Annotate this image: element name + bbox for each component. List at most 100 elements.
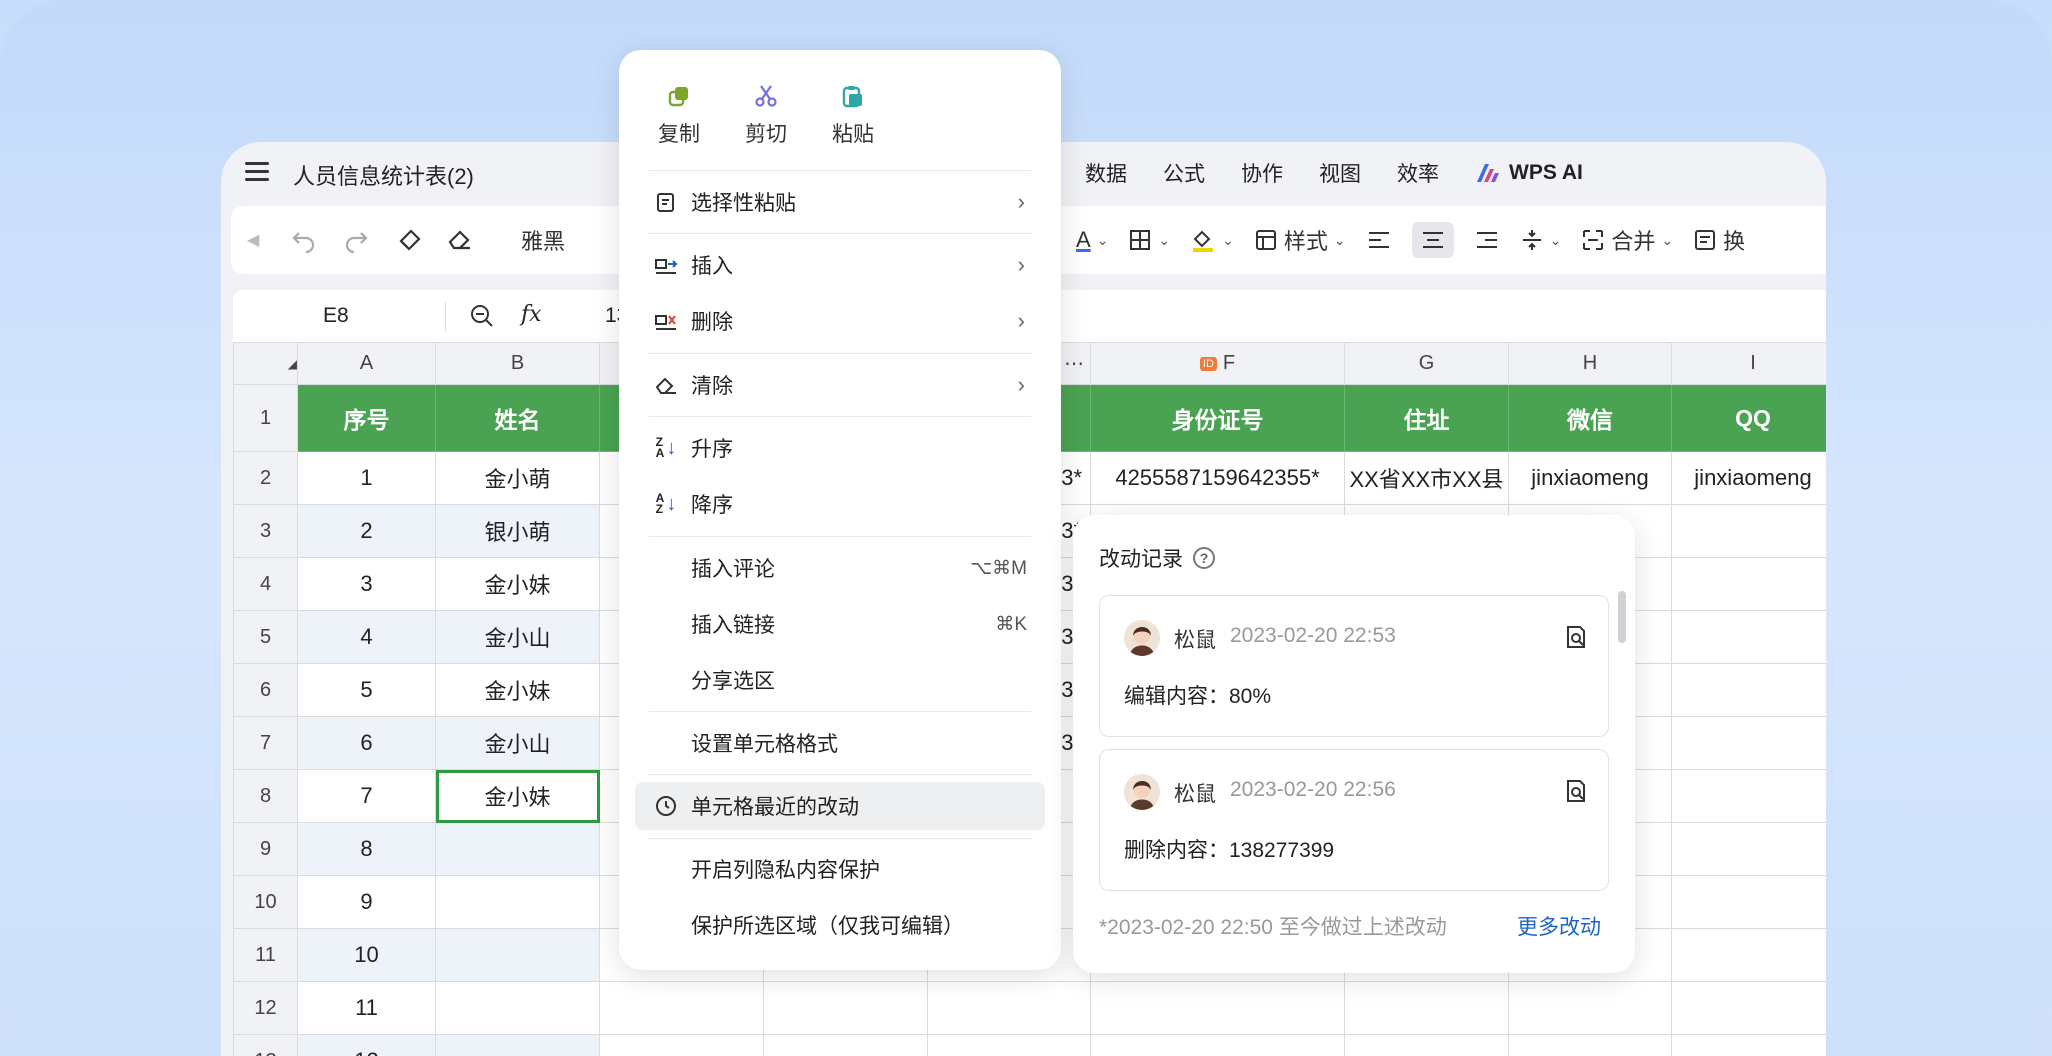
wrap-button[interactable]: 换 [1693,222,1745,258]
cell-a[interactable]: 5 [297,663,436,717]
row-header[interactable]: 11 [233,928,298,982]
cell-h[interactable] [1508,1034,1672,1056]
header-cell-id-number[interactable]: 身份证号 [1090,384,1345,452]
menu-collaborate[interactable]: 协作 [1241,158,1283,188]
undo-icon[interactable] [291,224,317,256]
column-header-g[interactable]: G [1344,342,1509,385]
column-header-h[interactable]: H [1508,342,1672,385]
cell-c[interactable] [599,981,764,1035]
align-right-button[interactable] [1474,222,1500,258]
cell-b[interactable] [435,875,600,929]
row-header[interactable]: 5 [233,610,298,664]
header-cell-index[interactable]: 序号 [297,384,436,452]
menu-item-insert-link[interactable]: 插入链接 ⌘K [635,600,1045,648]
cell-i[interactable] [1671,610,1826,664]
fill-color-button[interactable]: ⌄ [1190,222,1234,258]
cell-f[interactable] [1090,981,1345,1035]
paste-button[interactable]: 粘贴 [818,84,888,148]
menu-item-paste-special[interactable]: 选择性粘贴 › [635,178,1045,226]
cell-b[interactable]: 金小妹 [435,557,600,611]
row-header[interactable]: 8 [233,769,298,823]
header-cell-wechat[interactable]: 微信 [1508,384,1672,452]
cell-a[interactable]: 11 [297,981,436,1035]
cell-i[interactable] [1671,716,1826,770]
row-header[interactable]: 4 [233,557,298,611]
menu-formula[interactable]: 公式 [1163,158,1205,188]
select-all-corner[interactable]: ◢ [233,342,298,385]
cut-button[interactable]: 剪切 [731,84,801,148]
cell-b[interactable] [435,822,600,876]
cell-i[interactable]: jinxiaomeng [1671,451,1826,505]
menu-item-privacy-protect[interactable]: 开启列隐私内容保护 [635,845,1045,893]
menu-item-clear[interactable]: 清除 › [635,361,1045,409]
cell-b[interactable] [435,928,600,982]
scrollbar[interactable] [1618,591,1626,643]
vertical-align-button[interactable]: ⌄ [1520,222,1561,258]
cell-i[interactable] [1671,822,1826,876]
font-color-button[interactable]: A ⌄ [1076,222,1108,258]
row-header[interactable]: 13 [233,1034,298,1056]
row-header[interactable]: 10 [233,875,298,929]
cell-c[interactable] [599,1034,764,1056]
menu-efficiency[interactable]: 效率 [1397,158,1439,188]
cell-g[interactable]: XX省XX市XX县 [1344,451,1509,505]
cell-i[interactable] [1671,504,1826,558]
cell-a[interactable]: 1 [297,451,436,505]
row-header[interactable]: 7 [233,716,298,770]
align-center-button[interactable] [1411,222,1454,258]
cell-b[interactable]: 金小萌 [435,451,600,505]
menu-item-sort-ascending[interactable]: Z A ↓ 升序 [635,424,1045,472]
merge-button[interactable]: 合并 ⌄ [1581,222,1673,258]
cell-a[interactable]: 9 [297,875,436,929]
cell-reference[interactable]: E8 [323,304,349,328]
collapse-left-icon[interactable]: ◀ [247,224,259,256]
cell-i[interactable] [1671,1034,1826,1056]
cell-i[interactable] [1671,981,1826,1035]
cell-b[interactable]: 金小妹 [435,663,600,717]
cell-a[interactable]: 4 [297,610,436,664]
cell-a[interactable]: 12 [297,1034,436,1056]
cell-b[interactable]: 金小山 [435,716,600,770]
cell-e[interactable] [927,981,1091,1035]
style-button[interactable]: 样式 ⌄ [1254,222,1346,258]
menu-item-delete[interactable]: 删除 › [635,297,1045,345]
cell-d[interactable] [763,981,928,1035]
more-changes-link[interactable]: 更多改动 [1517,911,1601,941]
cell-i[interactable] [1671,557,1826,611]
cell-f[interactable]: 4255587159642355* [1090,451,1345,505]
cell-d[interactable] [763,1034,928,1056]
cell-h[interactable] [1508,981,1672,1035]
zoom-out-icon[interactable] [469,303,495,335]
menu-item-insert-comment[interactable]: 插入评论 ⌥⌘M [635,544,1045,592]
cell-b[interactable]: 金小妹 [435,769,600,823]
cell-b[interactable] [435,1034,600,1056]
row-header[interactable]: 3 [233,504,298,558]
cell-i[interactable] [1671,928,1826,982]
help-icon[interactable]: ? [1193,547,1215,569]
fx-icon[interactable]: fx [521,302,542,327]
cell-a[interactable]: 6 [297,716,436,770]
cell-a[interactable]: 2 [297,504,436,558]
cell-a[interactable]: 3 [297,557,436,611]
cell-g[interactable] [1344,1034,1509,1056]
cell-g[interactable] [1344,981,1509,1035]
menu-item-insert[interactable]: 插入 › [635,241,1045,289]
redo-icon[interactable] [343,224,369,256]
column-header-f[interactable]: ID F [1090,342,1345,385]
cell-b[interactable]: 银小萌 [435,504,600,558]
cell-a[interactable]: 10 [297,928,436,982]
menu-view[interactable]: 视图 [1319,158,1361,188]
border-button[interactable]: ⌄ [1128,222,1170,258]
cell-a[interactable]: 8 [297,822,436,876]
column-header-a[interactable]: A [297,342,436,385]
cell-b[interactable] [435,981,600,1035]
align-left-button[interactable] [1366,222,1392,258]
cell-h[interactable]: jinxiaomeng [1508,451,1672,505]
row-header[interactable]: 12 [233,981,298,1035]
header-cell-address[interactable]: 住址 [1344,384,1509,452]
font-family-select[interactable]: 雅黑 [521,224,565,256]
row-header[interactable]: 2 [233,451,298,505]
view-detail-icon[interactable] [1564,778,1588,804]
hamburger-menu-icon[interactable] [245,162,269,182]
cell-e[interactable] [927,1034,1091,1056]
